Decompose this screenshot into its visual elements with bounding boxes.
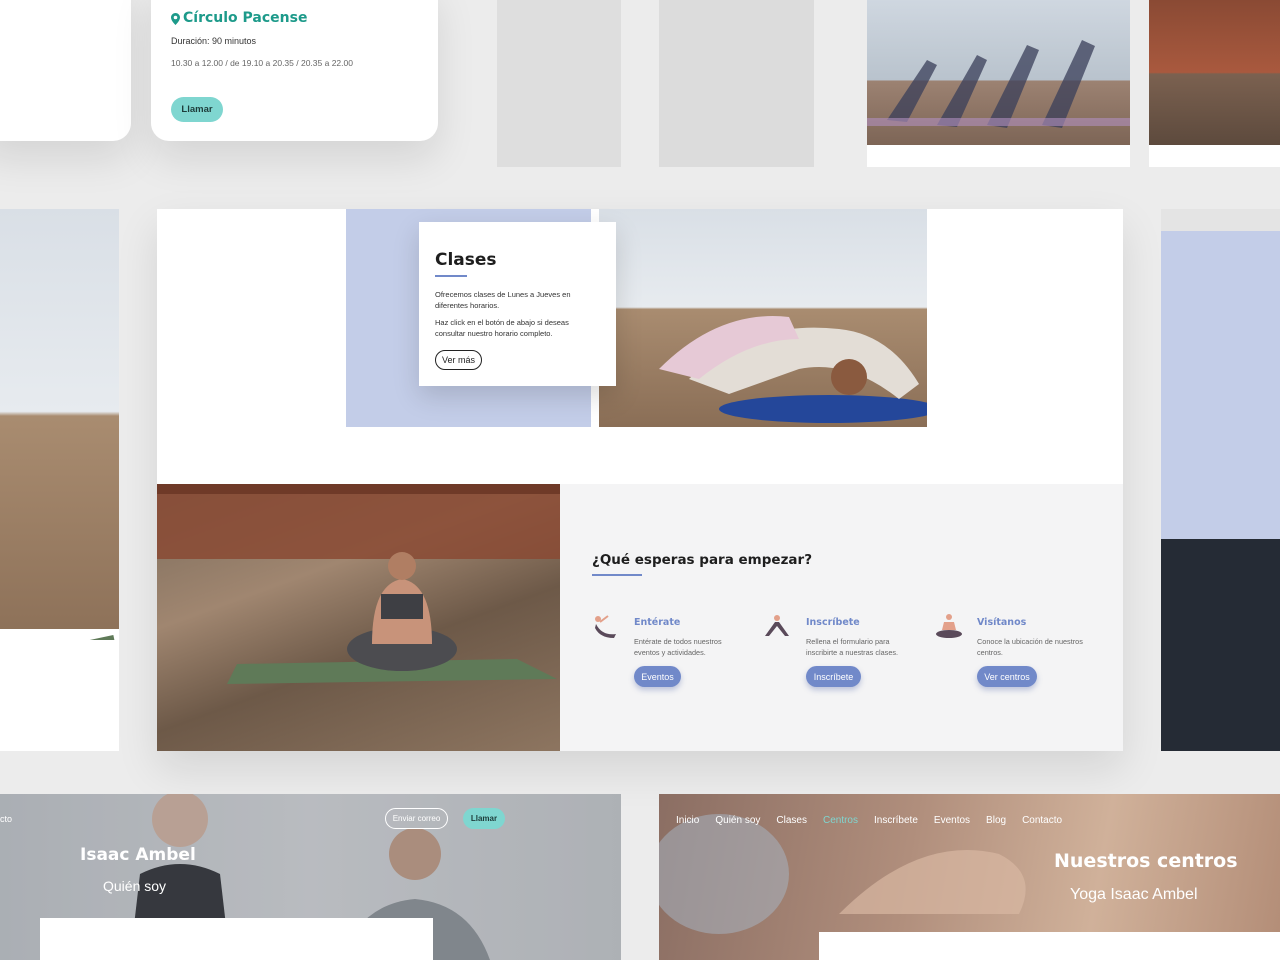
meditation-image — [157, 484, 560, 751]
about-call-button[interactable]: Llamar — [463, 808, 505, 829]
cta-item-title: Inscríbete — [806, 617, 860, 628]
nav-fragment[interactable]: cto — [0, 814, 12, 824]
left-tilted-photo — [0, 209, 119, 659]
centers-title: Nuestros centros — [1054, 850, 1238, 872]
right-partial-card — [1161, 209, 1280, 751]
cta-item-text: Entérate de todos nuestros eventos y act… — [634, 637, 722, 657]
nav-eventos[interactable]: Eventos — [934, 815, 970, 826]
cta-item-text: Rellena el formulario para inscribirte a… — [806, 637, 899, 657]
cta-item-title: Visítanos — [977, 617, 1027, 628]
centers-nav: Inicio Quién soy Clases Centros Inscríbe… — [676, 815, 1078, 826]
schedule-card-title: Círculo Pacense — [183, 10, 308, 26]
signup-button[interactable]: Inscríbete — [806, 666, 861, 687]
group-yoga-image — [867, 0, 1130, 145]
centers-hero: Inicio Quién soy Clases Centros Inscríbe… — [659, 794, 1280, 960]
call-button[interactable]: Llamar — [171, 97, 223, 122]
location-pin-icon — [171, 12, 180, 25]
classes-text-2: Haz click en el botón de abajo si deseas… — [435, 318, 569, 338]
about-subtitle: Quién soy — [103, 878, 167, 894]
classes-title: Clases — [435, 250, 497, 270]
yoga-stretch-icon — [763, 612, 791, 645]
nav-blog[interactable]: Blog — [986, 815, 1006, 826]
class-photo-card — [867, 0, 1130, 167]
nav-clases[interactable]: Clases — [776, 815, 807, 826]
nav-inicio[interactable]: Inicio — [676, 815, 699, 826]
left-partial-card — [0, 0, 131, 141]
times-text: 10.30 a 12.00 / de 19.10 a 20.35 / 20.35… — [171, 58, 353, 68]
send-email-button[interactable]: Enviar correo — [385, 808, 448, 829]
schedule-card: Círculo Pacense Duración: 90 minutos 10.… — [151, 0, 438, 141]
cta-item-inscribete: Inscríbete Rellena el formulario para in… — [763, 612, 913, 702]
nav-quien-soy[interactable]: Quién soy — [715, 815, 760, 826]
cta-section: ¿Qué esperas para empezar? Entérate Enté… — [560, 484, 1123, 751]
grey-placeholder-1 — [497, 0, 621, 167]
cta-heading: ¿Qué esperas para empezar? — [592, 552, 813, 568]
see-centers-button[interactable]: Ver centros — [977, 666, 1037, 687]
main-preview-card: Clases Ofrecemos clases de Lunes a Jueve… — [157, 209, 1123, 751]
classes-text-1: Ofrecemos clases de Lunes a Jueves en di… — [435, 290, 571, 310]
cta-item-visitanos: Visítanos Conoce la ubicación de nuestro… — [934, 612, 1114, 702]
centers-subtitle: Yoga Isaac Ambel — [1070, 886, 1198, 903]
about-name: Isaac Ambel — [80, 845, 196, 865]
about-hero: cto Enviar correo Llamar Isaac Ambel Qui… — [0, 794, 621, 960]
nav-inscribete[interactable]: Inscríbete — [874, 815, 918, 826]
duration-text: Duración: 90 minutos — [171, 36, 257, 46]
cta-item-title: Entérate — [634, 617, 681, 628]
classes-info-box: Clases Ofrecemos clases de Lunes a Jueve… — [419, 222, 616, 386]
grey-placeholder-2 — [659, 0, 814, 167]
see-more-button[interactable]: Ver más — [435, 350, 482, 370]
events-button[interactable]: Eventos — [634, 666, 681, 687]
cta-item-text: Conoce la ubicación de nuestros centros. — [977, 637, 1083, 657]
nav-contacto[interactable]: Contacto — [1022, 815, 1062, 826]
yoga-pose-icon — [592, 612, 620, 645]
brick-photo-card — [1149, 0, 1280, 167]
meditation-icon — [934, 612, 964, 645]
nav-centros[interactable]: Centros — [823, 815, 858, 826]
stretching-image — [599, 209, 927, 427]
cta-item-enterate: Entérate Entérate de todos nuestros even… — [592, 612, 742, 702]
